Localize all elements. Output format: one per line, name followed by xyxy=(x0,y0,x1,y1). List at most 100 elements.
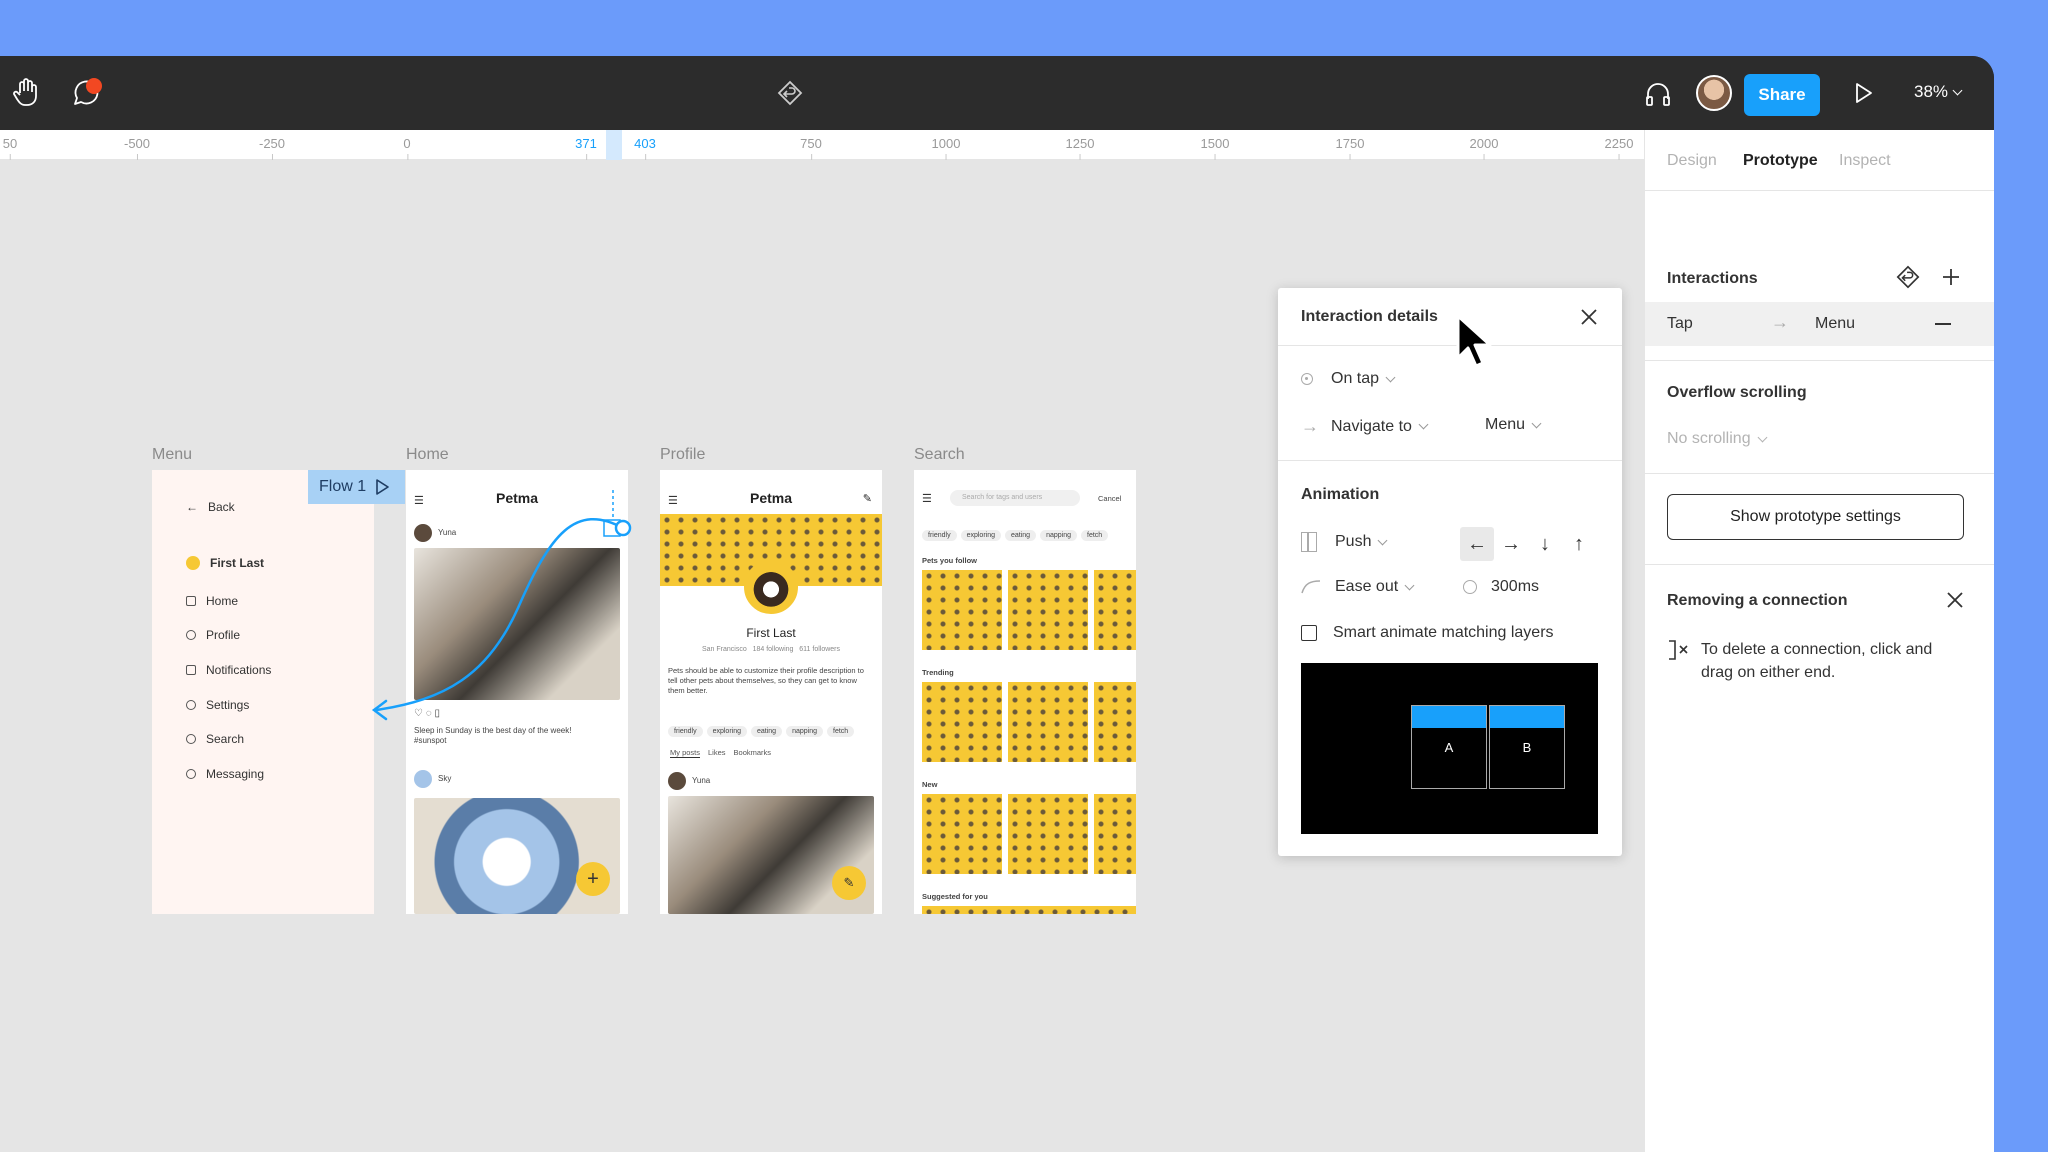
animation-heading: Animation xyxy=(1301,486,1380,503)
divider xyxy=(1645,360,1994,361)
interaction-row[interactable]: Tap → Menu xyxy=(1645,302,1994,346)
profile-bio: Pets should be able to customize their p… xyxy=(668,666,864,695)
animation-type-label: Push xyxy=(1335,533,1372,550)
share-button[interactable]: Share xyxy=(1744,74,1820,116)
ruler-tick: 50 xyxy=(2,136,18,160)
present-play-icon[interactable] xyxy=(1848,78,1878,108)
zoom-dropdown[interactable]: 38% xyxy=(1914,82,1963,102)
close-icon[interactable] xyxy=(1945,590,1965,610)
chevron-down-icon xyxy=(1952,85,1963,95)
section-heading: Suggested for you xyxy=(922,892,988,901)
trigger-label: On tap xyxy=(1331,370,1380,387)
app-window: Share 38% 50 -500 -250 0 371 403 750 100… xyxy=(0,56,1994,1152)
pet-tile xyxy=(922,570,1002,650)
profile-tab: My posts xyxy=(670,748,701,758)
arrow-left-icon: ← xyxy=(186,500,198,514)
tag-chip: napping xyxy=(786,726,823,737)
direction-left-button[interactable]: ← xyxy=(1460,527,1494,561)
tab-prototype[interactable]: Prototype xyxy=(1743,152,1818,170)
interaction-trigger: Tap xyxy=(1667,315,1693,332)
easing-dropdown[interactable]: Ease out xyxy=(1301,578,1415,596)
animation-type-dropdown[interactable]: Push xyxy=(1301,532,1388,552)
menu-item-label: Home xyxy=(206,594,239,608)
frame-label-menu[interactable]: Menu xyxy=(152,446,192,464)
pet-tile xyxy=(922,906,1136,914)
animation-preview: A B xyxy=(1301,663,1598,834)
menu-item-label: Notifications xyxy=(206,663,272,677)
tag-chip: eating xyxy=(751,726,783,737)
close-icon[interactable] xyxy=(1578,306,1600,328)
design-canvas[interactable]: Menu Home Profile Search ← Back First La… xyxy=(0,160,1644,1152)
frame-label-profile[interactable]: Profile xyxy=(660,446,705,464)
interaction-details-dialog: Interaction details On tap → Navigate to… xyxy=(1278,288,1622,856)
app-title: Petma xyxy=(749,490,793,506)
arrow-right-icon: → xyxy=(1301,416,1319,436)
ruler-selection-band xyxy=(606,130,622,160)
direction-down-button[interactable]: ↓ xyxy=(1528,527,1562,561)
chevron-down-icon xyxy=(1531,418,1542,428)
remove-interaction-icon[interactable] xyxy=(1935,323,1951,325)
push-animation-icon xyxy=(1301,532,1317,552)
properties-panel: Design Prototype Inspect Interactions Ta… xyxy=(1644,130,1994,1152)
tab-design[interactable]: Design xyxy=(1667,152,1717,170)
profile-frame[interactable]: ☰ Petma ✎ First Last San Francisco 184 f… xyxy=(660,470,882,914)
duration-field[interactable]: 300ms xyxy=(1463,578,1539,596)
tag-chip: exploring xyxy=(960,530,1001,541)
pet-tile xyxy=(1094,682,1136,762)
action-label: Navigate to xyxy=(1331,417,1412,435)
edit-post-button: ✎ xyxy=(832,866,866,900)
removing-connection-heading: Removing a connection xyxy=(1667,592,1848,609)
timer-icon xyxy=(1463,580,1477,594)
preview-header-bar xyxy=(1490,706,1564,728)
tag-chip: fetch xyxy=(827,726,855,737)
frame-label-home[interactable]: Home xyxy=(406,446,449,464)
post-user-name: Sky xyxy=(438,774,452,783)
direction-up-button[interactable]: ↑ xyxy=(1562,527,1596,561)
search-frame[interactable]: ☰ Search for tags and users Cancel frien… xyxy=(914,470,1136,914)
flag-icon xyxy=(186,665,196,675)
show-prototype-settings-button[interactable]: Show prototype settings xyxy=(1667,494,1964,540)
preview-screen-a: A xyxy=(1411,705,1487,789)
dialog-title: Interaction details xyxy=(1301,308,1438,325)
hamburger-icon: ☰ xyxy=(922,493,932,505)
avatar[interactable] xyxy=(1696,75,1732,111)
pet-tile xyxy=(1094,570,1136,650)
menu-item-home: Home xyxy=(186,594,238,608)
prototype-connection-arrow[interactable] xyxy=(360,490,640,730)
smart-animate-checkbox-row[interactable]: Smart animate matching layers xyxy=(1301,624,1554,642)
add-post-button: + xyxy=(576,862,610,896)
add-interaction-icon[interactable] xyxy=(1941,267,1961,287)
overflow-dropdown[interactable]: No scrolling xyxy=(1667,430,1768,448)
frame-label-search[interactable]: Search xyxy=(914,446,965,464)
action-dropdown[interactable]: → Navigate to xyxy=(1301,416,1429,437)
user-avatar xyxy=(186,556,200,570)
chevron-down-icon xyxy=(1757,432,1768,442)
flow-icon[interactable] xyxy=(1895,264,1921,290)
user-avatar xyxy=(414,770,432,788)
chevron-down-icon xyxy=(1378,535,1388,545)
headphones-icon[interactable] xyxy=(1642,78,1674,110)
menu-back-label: Back xyxy=(208,500,235,514)
tab-inspect[interactable]: Inspect xyxy=(1839,152,1891,170)
tag-chip: friendly xyxy=(668,726,703,737)
trigger-dropdown[interactable]: On tap xyxy=(1301,370,1396,388)
menu-user-name: First Last xyxy=(210,556,265,570)
tag-chip: eating xyxy=(1005,530,1037,541)
smart-animate-checkbox[interactable] xyxy=(1301,625,1317,641)
menu-frame[interactable]: ← Back First Last Home Profile Notificat… xyxy=(152,470,374,914)
menu-user: First Last xyxy=(186,556,264,570)
prototype-flow-icon[interactable] xyxy=(775,78,805,108)
destination-dropdown[interactable]: Menu xyxy=(1485,416,1542,434)
home-icon xyxy=(186,596,196,606)
chevron-down-icon xyxy=(1404,580,1415,590)
profile-meta: San Francisco 184 following 611 follower… xyxy=(702,646,840,653)
ruler-tick: 2000 xyxy=(1469,136,1499,160)
direction-right-button[interactable]: → xyxy=(1494,527,1528,561)
hand-tool-icon[interactable] xyxy=(10,76,42,108)
search-field: Search for tags and users xyxy=(950,490,1080,506)
pet-tile xyxy=(922,682,1002,762)
pet-tile xyxy=(1008,570,1088,650)
preview-screen-b-label: B xyxy=(1522,739,1532,755)
ruler-tick: 1250 xyxy=(1065,136,1095,160)
ruler-tick: 0 xyxy=(403,136,411,160)
